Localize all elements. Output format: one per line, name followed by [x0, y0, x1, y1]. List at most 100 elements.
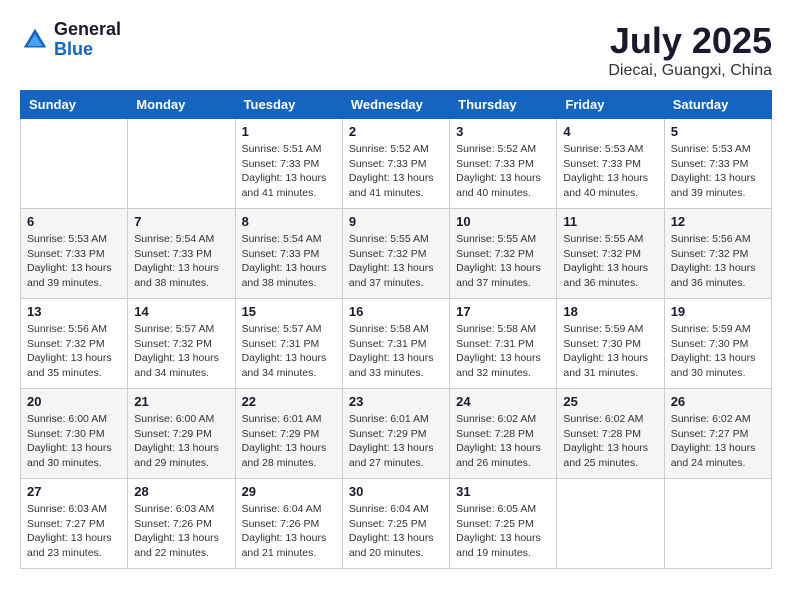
day-number: 20	[27, 394, 121, 409]
day-info: Sunrise: 6:00 AM Sunset: 7:29 PM Dayligh…	[134, 412, 228, 471]
day-number: 7	[134, 214, 228, 229]
day-header-tuesday: Tuesday	[235, 91, 342, 119]
day-number: 11	[563, 214, 657, 229]
day-cell: 21 Sunrise: 6:00 AM Sunset: 7:29 PM Dayli…	[128, 389, 235, 479]
day-cell: 7 Sunrise: 5:54 AM Sunset: 7:33 PM Daylig…	[128, 209, 235, 299]
logo-general-text: General	[54, 20, 121, 40]
day-number: 19	[671, 304, 765, 319]
day-number: 18	[563, 304, 657, 319]
logo-text: General Blue	[54, 20, 121, 60]
day-cell: 17Sunrise: 5:58 AM Sunset: 7:31 PM Dayli…	[450, 299, 557, 389]
day-header-monday: Monday	[128, 91, 235, 119]
month-title: July 2025	[608, 20, 772, 62]
days-header-row: SundayMondayTuesdayWednesdayThursdayFrid…	[21, 91, 772, 119]
title-section: July 2025 Diecai, Guangxi, China	[608, 20, 772, 80]
day-number: 17	[456, 304, 550, 319]
day-number: 27	[27, 484, 121, 499]
day-cell: 14Sunrise: 5:57 AM Sunset: 7:32 PM Dayli…	[128, 299, 235, 389]
day-number: 25	[563, 394, 657, 409]
calendar-table: SundayMondayTuesdayWednesdayThursdayFrid…	[20, 90, 772, 569]
day-number: 23	[349, 394, 443, 409]
day-number: 24	[456, 394, 550, 409]
day-number: 4	[563, 124, 657, 139]
day-cell: 12 Sunrise: 5:56 AM Sunset: 7:32 PM Dayli…	[664, 209, 771, 299]
day-cell	[21, 119, 128, 209]
day-cell: 10 Sunrise: 5:55 AM Sunset: 7:32 PM Dayli…	[450, 209, 557, 299]
logo-icon	[20, 25, 50, 55]
day-number: 1	[242, 124, 336, 139]
day-info: Sunrise: 6:02 AM Sunset: 7:28 PM Dayligh…	[563, 412, 657, 471]
day-info: Sunrise: 5:52 AM Sunset: 7:33 PM Dayligh…	[456, 142, 550, 201]
location: Diecai, Guangxi, China	[608, 62, 772, 80]
day-info: Sunrise: 6:02 AM Sunset: 7:27 PM Dayligh…	[671, 412, 765, 471]
day-number: 13	[27, 304, 121, 319]
day-number: 28	[134, 484, 228, 499]
day-cell: 2Sunrise: 5:52 AM Sunset: 7:33 PM Daylig…	[342, 119, 449, 209]
day-header-friday: Friday	[557, 91, 664, 119]
day-cell	[557, 479, 664, 569]
day-cell: 27 Sunrise: 6:03 AM Sunset: 7:27 PM Dayli…	[21, 479, 128, 569]
week-row-4: 20 Sunrise: 6:00 AM Sunset: 7:30 PM Dayli…	[21, 389, 772, 479]
day-number: 10	[456, 214, 550, 229]
day-cell: 20 Sunrise: 6:00 AM Sunset: 7:30 PM Dayli…	[21, 389, 128, 479]
day-header-thursday: Thursday	[450, 91, 557, 119]
day-info: Sunrise: 6:04 AM Sunset: 7:25 PM Dayligh…	[349, 502, 443, 561]
week-row-1: 1 Sunrise: 5:51 AM Sunset: 7:33 PM Daylig…	[21, 119, 772, 209]
day-header-sunday: Sunday	[21, 91, 128, 119]
logo: General Blue	[20, 20, 121, 60]
day-info: Sunrise: 6:00 AM Sunset: 7:30 PM Dayligh…	[27, 412, 121, 471]
day-number: 3	[456, 124, 550, 139]
day-cell: 4Sunrise: 5:53 AM Sunset: 7:33 PM Daylig…	[557, 119, 664, 209]
day-cell: 13 Sunrise: 5:56 AM Sunset: 7:32 PM Dayli…	[21, 299, 128, 389]
header: General Blue July 2025 Diecai, Guangxi, …	[20, 20, 772, 80]
day-info: Sunrise: 5:59 AM Sunset: 7:30 PM Dayligh…	[671, 322, 765, 381]
day-cell: 11 Sunrise: 5:55 AM Sunset: 7:32 PM Dayli…	[557, 209, 664, 299]
day-cell: 8Sunrise: 5:54 AM Sunset: 7:33 PM Daylig…	[235, 209, 342, 299]
day-cell: 6 Sunrise: 5:53 AM Sunset: 7:33 PM Daylig…	[21, 209, 128, 299]
day-info: Sunrise: 5:55 AM Sunset: 7:32 PM Dayligh…	[349, 232, 443, 291]
day-number: 21	[134, 394, 228, 409]
day-cell: 18 Sunrise: 5:59 AM Sunset: 7:30 PM Dayli…	[557, 299, 664, 389]
day-info: Sunrise: 6:02 AM Sunset: 7:28 PM Dayligh…	[456, 412, 550, 471]
week-row-2: 6 Sunrise: 5:53 AM Sunset: 7:33 PM Daylig…	[21, 209, 772, 299]
day-number: 14	[134, 304, 228, 319]
day-info: Sunrise: 5:56 AM Sunset: 7:32 PM Dayligh…	[27, 322, 121, 381]
day-info: Sunrise: 6:01 AM Sunset: 7:29 PM Dayligh…	[242, 412, 336, 471]
day-number: 6	[27, 214, 121, 229]
day-cell: 22 Sunrise: 6:01 AM Sunset: 7:29 PM Dayli…	[235, 389, 342, 479]
week-row-3: 13 Sunrise: 5:56 AM Sunset: 7:32 PM Dayli…	[21, 299, 772, 389]
day-info: Sunrise: 5:51 AM Sunset: 7:33 PM Dayligh…	[242, 142, 336, 201]
day-info: Sunrise: 5:55 AM Sunset: 7:32 PM Dayligh…	[563, 232, 657, 291]
day-cell: 31Sunrise: 6:05 AM Sunset: 7:25 PM Dayli…	[450, 479, 557, 569]
day-info: Sunrise: 5:54 AM Sunset: 7:33 PM Dayligh…	[134, 232, 228, 291]
day-number: 16	[349, 304, 443, 319]
day-cell: 9Sunrise: 5:55 AM Sunset: 7:32 PM Daylig…	[342, 209, 449, 299]
day-cell: 15Sunrise: 5:57 AM Sunset: 7:31 PM Dayli…	[235, 299, 342, 389]
day-cell: 16Sunrise: 5:58 AM Sunset: 7:31 PM Dayli…	[342, 299, 449, 389]
day-number: 15	[242, 304, 336, 319]
day-info: Sunrise: 5:54 AM Sunset: 7:33 PM Dayligh…	[242, 232, 336, 291]
day-cell: 24 Sunrise: 6:02 AM Sunset: 7:28 PM Dayli…	[450, 389, 557, 479]
day-cell	[664, 479, 771, 569]
day-info: Sunrise: 6:03 AM Sunset: 7:27 PM Dayligh…	[27, 502, 121, 561]
day-header-saturday: Saturday	[664, 91, 771, 119]
day-cell: 26 Sunrise: 6:02 AM Sunset: 7:27 PM Dayli…	[664, 389, 771, 479]
day-info: Sunrise: 5:59 AM Sunset: 7:30 PM Dayligh…	[563, 322, 657, 381]
day-info: Sunrise: 6:04 AM Sunset: 7:26 PM Dayligh…	[242, 502, 336, 561]
day-info: Sunrise: 5:56 AM Sunset: 7:32 PM Dayligh…	[671, 232, 765, 291]
day-info: Sunrise: 5:53 AM Sunset: 7:33 PM Dayligh…	[671, 142, 765, 201]
day-info: Sunrise: 5:55 AM Sunset: 7:32 PM Dayligh…	[456, 232, 550, 291]
day-info: Sunrise: 6:05 AM Sunset: 7:25 PM Dayligh…	[456, 502, 550, 561]
day-cell: 23Sunrise: 6:01 AM Sunset: 7:29 PM Dayli…	[342, 389, 449, 479]
day-cell	[128, 119, 235, 209]
day-info: Sunrise: 5:52 AM Sunset: 7:33 PM Dayligh…	[349, 142, 443, 201]
day-info: Sunrise: 6:03 AM Sunset: 7:26 PM Dayligh…	[134, 502, 228, 561]
day-number: 22	[242, 394, 336, 409]
day-number: 12	[671, 214, 765, 229]
day-number: 26	[671, 394, 765, 409]
day-info: Sunrise: 5:53 AM Sunset: 7:33 PM Dayligh…	[27, 232, 121, 291]
day-number: 5	[671, 124, 765, 139]
day-cell: 3 Sunrise: 5:52 AM Sunset: 7:33 PM Daylig…	[450, 119, 557, 209]
day-number: 29	[242, 484, 336, 499]
day-cell: 25 Sunrise: 6:02 AM Sunset: 7:28 PM Dayli…	[557, 389, 664, 479]
